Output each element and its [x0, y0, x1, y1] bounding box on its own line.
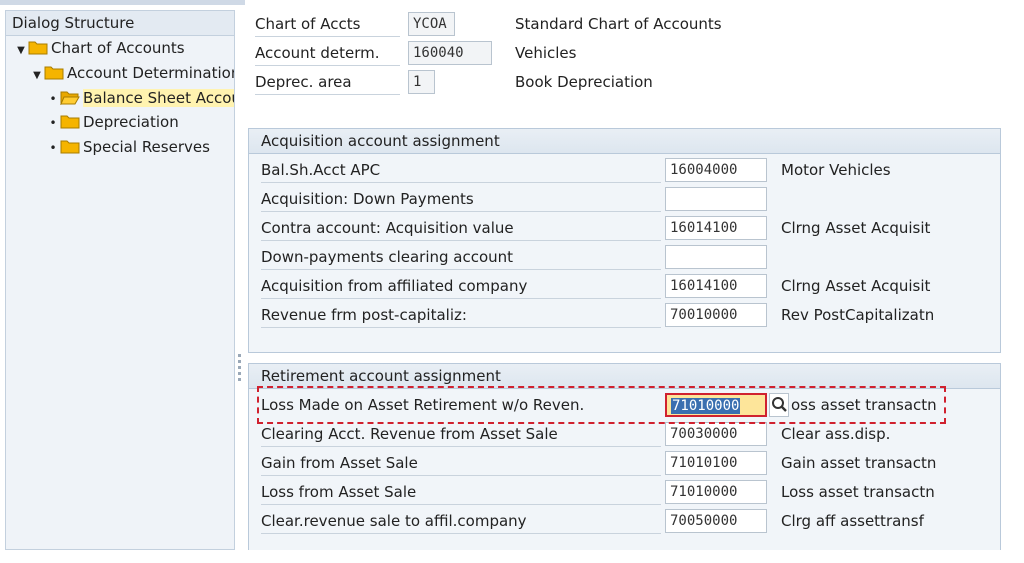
- acquisition-row: Bal.Sh.Acct APC 16004000 Motor Vehicles: [249, 156, 1000, 185]
- retirement-group-title: Retirement account assignment: [249, 364, 1000, 389]
- open-folder-icon: [60, 91, 80, 105]
- deprec-area-field: 1: [408, 70, 435, 94]
- bullet-icon: •: [49, 116, 57, 130]
- tree-node-depreciation[interactable]: • Depreciation: [46, 111, 179, 133]
- retirement-group: Retirement account assignment Loss Made …: [248, 363, 1001, 550]
- acq-affiliated-field[interactable]: 16014100: [665, 274, 767, 298]
- bal-sh-acct-apc-desc: Motor Vehicles: [781, 161, 891, 179]
- clear-revenue-affil-label: Clear.revenue sale to affil.company: [261, 509, 661, 534]
- folder-icon: [44, 66, 64, 80]
- tree-node-account-determination[interactable]: ▼ Account Determination: [30, 62, 235, 87]
- account-determ-desc: Vehicles: [515, 44, 577, 62]
- account-determ-field: 160040: [408, 41, 492, 65]
- bullet-icon: •: [49, 141, 57, 155]
- tree-node-label: Balance Sheet Accou: [83, 89, 234, 107]
- acq-affiliated-desc: Clrng Asset Acquisit: [781, 277, 931, 295]
- acquisition-row: Acquisition: Down Payments: [249, 185, 1000, 214]
- bal-sh-acct-apc-field[interactable]: 16004000: [665, 158, 767, 182]
- search-help-button[interactable]: [769, 393, 789, 417]
- dialog-structure-panel: Dialog Structure ▼ Chart of Accounts ▼ Acc…: [5, 10, 235, 550]
- acq-down-payments-field[interactable]: [665, 187, 767, 211]
- acq-affiliated-label: Acquisition from affiliated company: [261, 274, 661, 299]
- folder-icon: [60, 115, 80, 129]
- clear-revenue-affil-desc: Clrg aff assettransf: [781, 512, 924, 530]
- retirement-row: Clearing Acct. Revenue from Asset Sale 7…: [249, 420, 1000, 449]
- clearing-revenue-desc: Clear ass.disp.: [781, 425, 891, 443]
- dialog-structure-title: Dialog Structure: [6, 11, 234, 36]
- chart-of-accts-label: Chart of Accts: [255, 12, 400, 37]
- expanded-arrow-icon[interactable]: ▼: [14, 40, 28, 62]
- folder-icon: [28, 41, 48, 55]
- bullet-icon: •: [49, 92, 57, 106]
- loss-retirement-label: Loss Made on Asset Retirement w/o Reven.: [261, 396, 585, 414]
- splitter-handle[interactable]: [237, 352, 242, 392]
- acq-down-payments-label: Acquisition: Down Payments: [261, 187, 661, 212]
- revenue-post-cap-desc: Rev PostCapitalizatn: [781, 306, 935, 324]
- acquisition-group-title: Acquisition account assignment: [249, 129, 1000, 154]
- down-payments-clearing-label: Down-payments clearing account: [261, 245, 661, 270]
- clearing-revenue-field[interactable]: 70030000: [665, 422, 767, 446]
- chart-of-accts-field: YCOA: [408, 12, 455, 36]
- loss-asset-sale-desc: Loss asset transactn: [781, 483, 935, 501]
- revenue-post-cap-label: Revenue frm post-capitaliz:: [261, 303, 661, 328]
- tree-node-label: Account Determination: [67, 64, 235, 82]
- acquisition-group: Acquisition account assignment Bal.Sh.Ac…: [248, 128, 1001, 353]
- acquisition-row: Down-payments clearing account: [249, 243, 1000, 272]
- account-determ-label: Account determ.: [255, 41, 400, 66]
- loss-asset-sale-label: Loss from Asset Sale: [261, 480, 661, 505]
- tree-node-label: Depreciation: [83, 113, 179, 131]
- acquisition-row: Revenue frm post-capitaliz: 70010000 Rev…: [249, 301, 1000, 330]
- gain-asset-sale-label: Gain from Asset Sale: [261, 451, 661, 476]
- loss-retirement-desc: oss asset transactn: [791, 396, 937, 414]
- acquisition-row: Acquisition from affiliated company 1601…: [249, 272, 1000, 301]
- retirement-row: Loss from Asset Sale 71010000 Loss asset…: [249, 478, 1000, 507]
- contra-account-field[interactable]: 16014100: [665, 216, 767, 240]
- acquisition-row: Contra account: Acquisition value 160141…: [249, 214, 1000, 243]
- deprec-area-label: Deprec. area: [255, 70, 400, 95]
- gain-asset-sale-field[interactable]: 71010100: [665, 451, 767, 475]
- bal-sh-acct-apc-label: Bal.Sh.Acct APC: [261, 158, 661, 183]
- tree-node-chart-of-accounts[interactable]: ▼ Chart of Accounts: [14, 37, 185, 62]
- main-content: Chart of Accts YCOA Standard Chart of Ac…: [245, 0, 1024, 550]
- loss-retirement-value: 71010000: [671, 398, 741, 414]
- revenue-post-cap-field[interactable]: 70010000: [665, 303, 767, 327]
- gain-asset-sale-desc: Gain asset transactn: [781, 454, 937, 472]
- tree-node-label: Chart of Accounts: [51, 39, 185, 57]
- retirement-row: Gain from Asset Sale 71010100 Gain asset…: [249, 449, 1000, 478]
- clearing-revenue-label: Clearing Acct. Revenue from Asset Sale: [261, 422, 661, 447]
- clear-revenue-affil-field[interactable]: 70050000: [665, 509, 767, 533]
- magnifier-icon: [772, 397, 787, 412]
- tree-node-label: Special Reserves: [83, 138, 210, 156]
- expanded-arrow-icon[interactable]: ▼: [30, 65, 44, 87]
- folder-icon: [60, 140, 80, 154]
- contra-account-desc: Clrng Asset Acquisit: [781, 219, 931, 237]
- tree-node-special-reserves[interactable]: • Special Reserves: [46, 136, 210, 158]
- down-payments-clearing-field[interactable]: [665, 245, 767, 269]
- chart-of-accts-desc: Standard Chart of Accounts: [515, 15, 722, 33]
- contra-account-label: Contra account: Acquisition value: [261, 216, 661, 241]
- tree-node-balance-sheet-accounts[interactable]: • Balance Sheet Accou: [46, 87, 234, 109]
- retirement-row: Clear.revenue sale to affil.company 7005…: [249, 507, 1000, 536]
- retirement-row: Loss Made on Asset Retirement w/o Reven.…: [249, 391, 1000, 420]
- loss-asset-sale-field[interactable]: 71010000: [665, 480, 767, 504]
- loss-retirement-field[interactable]: 71010000: [665, 393, 767, 417]
- deprec-area-desc: Book Depreciation: [515, 73, 653, 91]
